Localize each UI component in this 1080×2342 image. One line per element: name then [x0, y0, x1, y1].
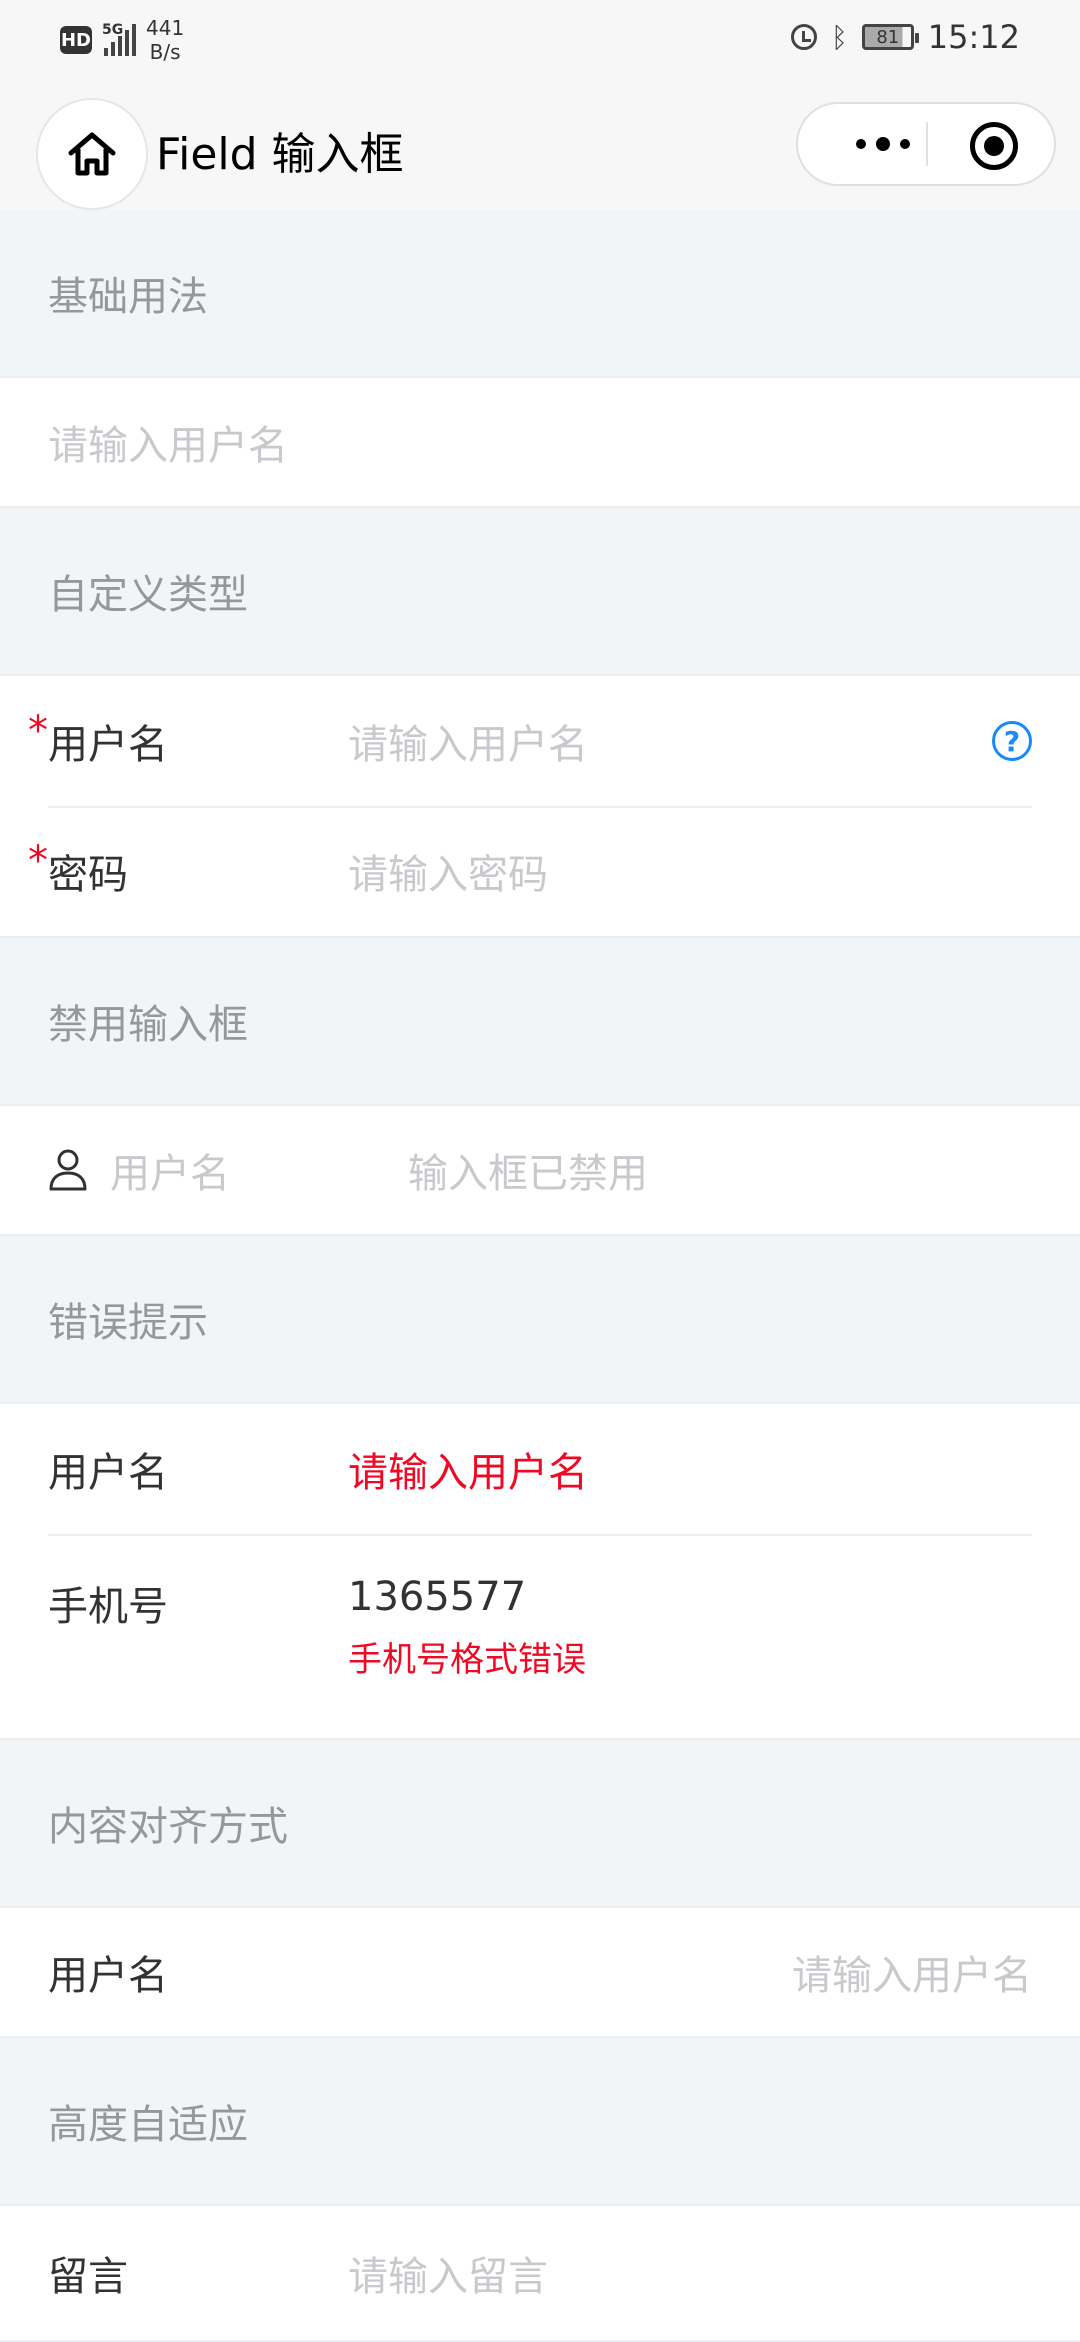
custom-password-placeholder: 请输入密码 [348, 852, 548, 898]
align-group: 用户名 请输入用户名 [0, 1906, 1080, 2038]
section-title-error: 错误提示 [0, 1236, 1080, 1402]
section-title-disabled: 禁用输入框 [0, 938, 1080, 1104]
error-group: 用户名 请输入用户名 手机号 1365577 手机号格式错误 [0, 1402, 1080, 1740]
home-icon [68, 132, 116, 176]
battery-level: 81 [876, 26, 900, 48]
battery-icon: 81 [861, 24, 919, 50]
section-title-basic: 基础用法 [0, 210, 1080, 376]
mini-program-capsule [796, 102, 1056, 186]
error-phone-field[interactable]: 手机号 1365577 手机号格式错误 [0, 1534, 1080, 1738]
status-left: HD 5G 441 B/s [60, 16, 184, 64]
net-speed-value: 441 [146, 16, 185, 40]
error-phone-body: 1365577 手机号格式错误 [348, 1574, 1032, 1681]
net-speed-unit: B/s [149, 40, 181, 64]
align-username-label: 用户名 [48, 1953, 168, 1999]
autosize-message-placeholder: 请输入留言 [348, 2254, 548, 2300]
nav-bar: Field 输入框 [0, 80, 1080, 210]
more-dot [900, 139, 910, 149]
question-icon[interactable]: ? [992, 721, 1032, 761]
bluetooth-icon: ᛒ [830, 20, 848, 54]
clock: 15:12 [927, 18, 1020, 56]
section-title-custom: 自定义类型 [0, 508, 1080, 674]
error-username-label: 用户名 [48, 1450, 168, 1496]
status-right: ᛒ 81 15:12 [790, 18, 1020, 56]
section-title-autosize: 高度自适应 [0, 2038, 1080, 2204]
home-button[interactable] [36, 98, 148, 210]
net-speed: 441 B/s [146, 16, 184, 64]
error-phone-message: 手机号格式错误 [348, 1640, 586, 1680]
signal-icon: 5G [102, 22, 136, 56]
autosize-group: 留言 请输入留言 [0, 2204, 1080, 2342]
autosize-message-field[interactable]: 留言 请输入留言 [0, 2206, 1080, 2340]
align-username-placeholder: 请输入用户名 [792, 1953, 1032, 1999]
alarm-icon [790, 24, 817, 50]
align-username-field[interactable]: 用户名 请输入用户名 [0, 1908, 1080, 2036]
custom-group: 用户名 请输入用户名 ? 密码 请输入密码 [0, 674, 1080, 938]
page-content: 基础用法 请输入用户名 自定义类型 用户名 请输入用户名 ? 密码 请输入密码 … [0, 210, 1080, 2342]
section-title-align: 内容对齐方式 [0, 1740, 1080, 1906]
disabled-label: 用户名 [110, 1151, 230, 1197]
close-program-button[interactable] [970, 122, 1018, 170]
error-username-field[interactable]: 用户名 请输入用户名 [0, 1404, 1080, 1534]
more-dot [856, 139, 866, 149]
custom-username-field[interactable]: 用户名 请输入用户名 ? [0, 676, 1080, 806]
disabled-field: 用户名 输入框已禁用 [0, 1106, 1080, 1234]
more-button[interactable] [838, 104, 928, 184]
error-username-placeholder: 请输入用户名 [348, 1450, 588, 1496]
more-dot [876, 137, 890, 151]
network-label: 5G [102, 22, 124, 38]
autosize-message-label: 留言 [48, 2254, 128, 2300]
capsule-divider [926, 122, 928, 166]
error-phone-value: 1365577 [348, 1574, 527, 1620]
disabled-value: 输入框已禁用 [408, 1151, 648, 1197]
basic-username-placeholder: 请输入用户名 [48, 423, 288, 469]
error-phone-label: 手机号 [48, 1584, 168, 1630]
custom-username-placeholder: 请输入用户名 [348, 722, 588, 768]
custom-username-label: 用户名 [28, 708, 348, 770]
page-title: Field 输入框 [156, 129, 404, 180]
basic-group: 请输入用户名 [0, 376, 1080, 508]
disabled-group: 用户名 输入框已禁用 [0, 1104, 1080, 1236]
basic-username-field[interactable]: 请输入用户名 [0, 378, 1080, 506]
hd-icon: HD [60, 26, 92, 54]
status-bar: HD 5G 441 B/s ᛒ 81 15:12 [0, 0, 1080, 80]
custom-password-field[interactable]: 密码 请输入密码 [0, 806, 1080, 936]
custom-password-label: 密码 [28, 838, 348, 900]
user-icon [49, 1149, 87, 1191]
